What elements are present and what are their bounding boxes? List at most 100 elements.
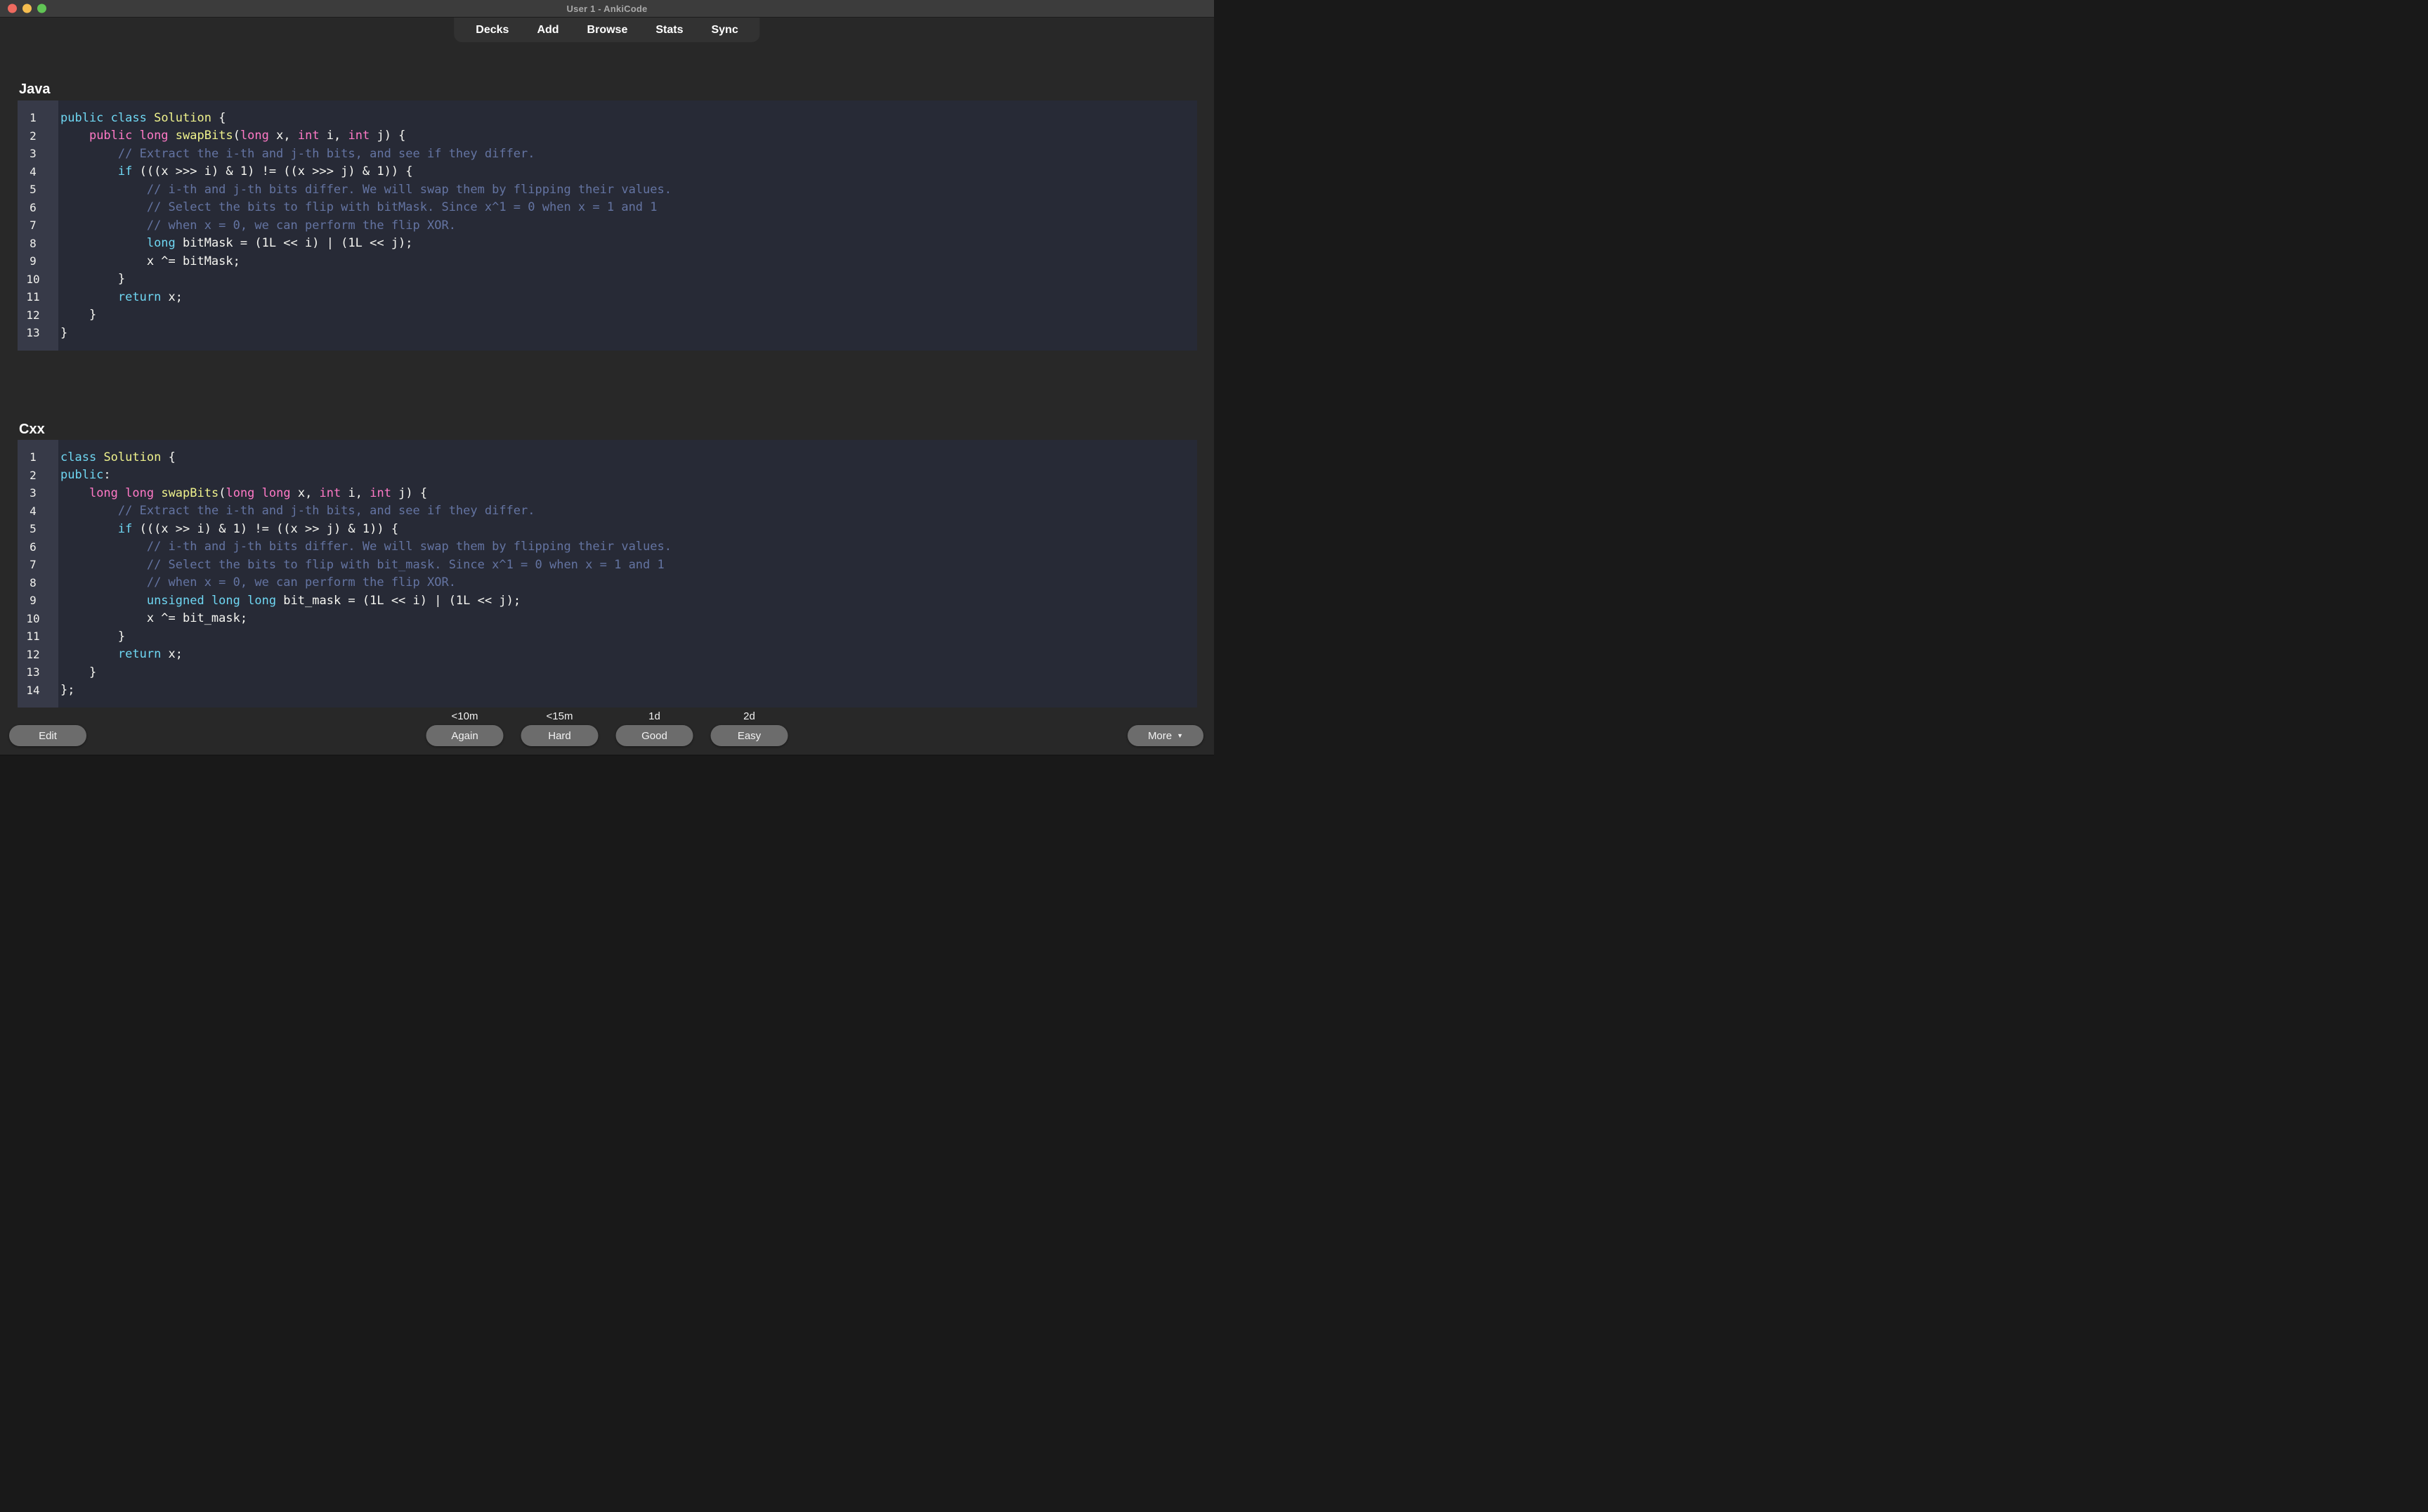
line-number: 12 xyxy=(18,648,58,661)
java-code-block: 1public class Solution {2 public long sw… xyxy=(18,100,1197,351)
nav-item-sync[interactable]: Sync xyxy=(711,24,738,37)
code-line: 5 // i-th and j-th bits differ. We will … xyxy=(18,181,1197,199)
code-text: public class Solution { xyxy=(58,111,226,125)
code-line: 4 // Extract the i-th and j-th bits, and… xyxy=(18,502,1197,521)
code-text: long long swapBits(long long x, int i, i… xyxy=(58,486,427,500)
line-number: 13 xyxy=(18,665,58,679)
code-text: } xyxy=(58,272,125,286)
code-line: 13 } xyxy=(18,663,1197,682)
nav-item-decks[interactable]: Decks xyxy=(476,24,509,37)
titlebar[interactable]: User 1 - AnkiCode xyxy=(0,0,1214,18)
code-line: 3 // Extract the i-th and j-th bits, and… xyxy=(18,145,1197,163)
zoom-window-button[interactable] xyxy=(37,4,46,13)
code-text: // i-th and j-th bits differ. We will sw… xyxy=(58,183,672,197)
again-button[interactable]: Again xyxy=(426,725,504,746)
code-line: 9 x ^= bitMask; xyxy=(18,252,1197,271)
line-number: 6 xyxy=(18,540,58,554)
card-field-heading-java: Java xyxy=(19,82,51,97)
easy-button[interactable]: Easy xyxy=(711,725,788,746)
code-text: public: xyxy=(58,468,111,482)
line-number: 13 xyxy=(18,326,58,339)
line-number: 7 xyxy=(18,558,58,571)
code-text: return x; xyxy=(58,647,183,661)
interval-label-again: <10m xyxy=(426,710,504,722)
code-text: // i-th and j-th bits differ. We will sw… xyxy=(58,540,672,554)
code-text: // when x = 0, we can perform the flip X… xyxy=(58,219,456,233)
code-text: x ^= bit_mask; xyxy=(58,611,247,625)
line-number: 8 xyxy=(18,237,58,250)
code-line: 6 // i-th and j-th bits differ. We will … xyxy=(18,538,1197,556)
code-text: // Extract the i-th and j-th bits, and s… xyxy=(58,147,535,161)
line-number: 3 xyxy=(18,147,58,160)
line-number: 9 xyxy=(18,254,58,268)
code-text: // Select the bits to flip with bit_mask… xyxy=(58,558,665,572)
code-line: 1class Solution { xyxy=(18,448,1197,467)
line-number: 6 xyxy=(18,201,58,214)
line-number: 2 xyxy=(18,469,58,482)
code-line: 12 } xyxy=(18,306,1197,325)
code-line: 5 if (((x >> i) & 1) != ((x >> j) & 1)) … xyxy=(18,520,1197,538)
more-button[interactable]: More ▼ xyxy=(1128,725,1203,746)
code-line: 14}; xyxy=(18,682,1197,700)
code-text: } xyxy=(58,308,96,322)
interval-label-hard: <15m xyxy=(521,710,599,722)
line-number: 5 xyxy=(18,183,58,196)
line-number: 1 xyxy=(18,450,58,464)
code-text: if (((x >>> i) & 1) != ((x >>> j) & 1)) … xyxy=(58,164,413,178)
code-text: x ^= bitMask; xyxy=(58,254,240,268)
code-line: 2 public long swapBits(long x, int i, in… xyxy=(18,127,1197,145)
card-field-heading-cxx: Cxx xyxy=(19,422,45,437)
interval-label-good: 1d xyxy=(616,710,693,722)
line-number: 7 xyxy=(18,219,58,232)
line-number: 1 xyxy=(18,111,58,124)
line-number: 10 xyxy=(18,612,58,625)
code-text: unsigned long long bit_mask = (1L << i) … xyxy=(58,594,521,608)
interval-labels-row: <10m <15m 1d 2d xyxy=(426,710,788,722)
code-text: }; xyxy=(58,683,74,697)
hard-button[interactable]: Hard xyxy=(521,725,599,746)
line-number: 9 xyxy=(18,594,58,607)
code-line: 4 if (((x >>> i) & 1) != ((x >>> j) & 1)… xyxy=(18,163,1197,181)
code-text: // Extract the i-th and j-th bits, and s… xyxy=(58,504,535,518)
code-text: } xyxy=(58,665,96,679)
edit-button[interactable]: Edit xyxy=(9,725,86,746)
window-title: User 1 - AnkiCode xyxy=(567,4,648,14)
code-line: 7 // Select the bits to flip with bit_ma… xyxy=(18,556,1197,574)
line-number: 8 xyxy=(18,576,58,589)
line-number: 12 xyxy=(18,308,58,322)
interval-label-easy: 2d xyxy=(711,710,788,722)
line-number: 4 xyxy=(18,165,58,178)
line-number: 14 xyxy=(18,684,58,697)
nav-item-stats[interactable]: Stats xyxy=(655,24,683,37)
code-line: 2public: xyxy=(18,467,1197,485)
code-text: } xyxy=(58,326,67,340)
code-text: return x; xyxy=(58,290,183,304)
line-number: 10 xyxy=(18,273,58,286)
line-number: 3 xyxy=(18,486,58,500)
code-line: 3 long long swapBits(long long x, int i,… xyxy=(18,484,1197,502)
ankicode-window: User 1 - AnkiCode Decks Add Browse Stats… xyxy=(0,0,1214,756)
code-text: } xyxy=(58,630,125,644)
code-line: 9 unsigned long long bit_mask = (1L << i… xyxy=(18,592,1197,610)
code-line: 1public class Solution { xyxy=(18,109,1197,127)
traffic-lights xyxy=(8,4,46,13)
code-line: 6 // Select the bits to flip with bitMas… xyxy=(18,199,1197,217)
code-line: 10 x ^= bit_mask; xyxy=(18,610,1197,628)
chevron-down-icon: ▼ xyxy=(1177,733,1183,739)
line-number: 5 xyxy=(18,522,58,535)
code-text: if (((x >> i) & 1) != ((x >> j) & 1)) { xyxy=(58,522,398,536)
more-button-label: More xyxy=(1148,730,1172,742)
code-text: // Select the bits to flip with bitMask.… xyxy=(58,200,658,214)
minimize-window-button[interactable] xyxy=(22,4,32,13)
main-navbar: Decks Add Browse Stats Sync xyxy=(454,18,759,42)
cxx-code-block: 1class Solution {2public:3 long long swa… xyxy=(18,440,1197,708)
nav-item-add[interactable]: Add xyxy=(537,24,559,37)
code-text: // when x = 0, we can perform the flip X… xyxy=(58,575,456,589)
nav-item-browse[interactable]: Browse xyxy=(587,24,628,37)
code-line: 13} xyxy=(18,324,1197,342)
code-line: 8 long bitMask = (1L << i) | (1L << j); xyxy=(18,235,1197,253)
good-button[interactable]: Good xyxy=(616,725,693,746)
code-line: 11 } xyxy=(18,627,1197,646)
close-window-button[interactable] xyxy=(8,4,17,13)
code-text: class Solution { xyxy=(58,450,176,464)
